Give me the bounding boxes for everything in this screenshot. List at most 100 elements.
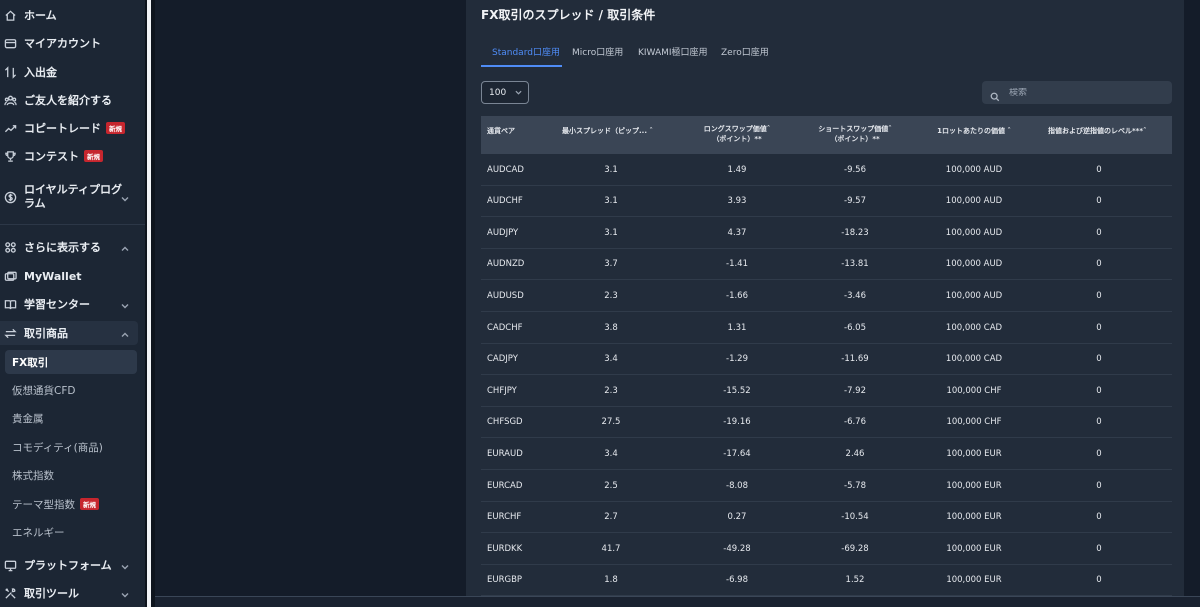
tab-micro[interactable]: Micro口座用 [572,45,623,58]
table-row: CADJPY 3.4 -1.29 -11.69 100,000 CAD 0 [481,344,1172,376]
column-header-pair[interactable]: 通貨ペア [487,126,515,136]
search-box[interactable] [982,81,1172,104]
sidebar-scrollbar[interactable] [145,0,155,607]
cell-pair: AUDJPY [487,227,519,238]
cell-spread: 2.3 [604,385,618,396]
cell-order-level: 0 [1096,385,1102,396]
table-row: CADCHF 3.8 1.31 -6.05 100,000 CAD 0 [481,312,1172,344]
column-header-short-swap[interactable]: ショートスワップ価値ˆ （ポイント）** [795,124,915,144]
cell-pair: EURAUD [487,448,523,459]
column-header-lot-value[interactable]: 1ロットあたりの価値 ˆ [914,126,1034,136]
table-row: EURAUD 3.4 -17.64 2.46 100,000 EUR 0 [481,438,1172,470]
cell-spread: 3.4 [604,354,618,365]
trophy-icon [3,149,17,163]
cell-short-swap: -10.54 [841,512,869,523]
sort-icon: ˆ [1007,127,1011,135]
sidebar-item-home[interactable]: ホーム [0,6,145,24]
new-badge: 新規 [84,150,103,162]
cell-order-level: 0 [1096,417,1102,428]
sidebar-subitem-stock-indices[interactable]: 株式指数 [12,468,54,482]
column-header-long-swap[interactable]: ロングスワップ価値ˆ （ポイント）** [677,124,797,144]
sort-icon: ˆ [888,125,892,133]
cell-long-swap: -15.52 [723,385,751,396]
sidebar-divider [0,224,145,225]
cell-pair: EURCHF [487,512,522,523]
table-row: EURCHF 2.7 0.27 -10.54 100,000 EUR 0 [481,502,1172,534]
sidebar-subitem-commodities[interactable]: コモディティ(商品) [12,440,103,454]
sidebar-subitem-precious-metals[interactable]: 貴金属 [12,411,44,425]
cell-pair: CADCHF [487,322,523,333]
cell-short-swap: -13.81 [841,259,869,270]
cell-pair: EURCAD [487,480,523,491]
cell-pair: CADJPY [487,354,518,365]
table-header: 通貨ペア 最小スプレッド（ピップ... ˆ ロングスワップ価値ˆ （ポイント）*… [481,116,1172,154]
cell-lot-value: 100,000 AUD [945,290,1003,301]
cell-short-swap: -69.28 [841,543,869,554]
tools-icon [3,586,17,600]
cell-pair: AUDCHF [487,196,523,207]
sidebar-subitem-crypto-cfd[interactable]: 仮想通貨CFD [12,383,75,397]
table-row: CHFSGD 27.5 -19.16 -6.76 100,000 CHF 0 [481,407,1172,439]
sidebar-item-my-account[interactable]: マイアカウント [0,34,145,52]
sidebar-item-label: ロイヤルティプログ [24,183,123,196]
sidebar-item-label: MyWallet [24,269,82,283]
home-icon [3,8,17,22]
tab-standard[interactable]: Standard口座用 [492,45,560,58]
cell-spread: 2.3 [604,290,618,301]
sidebar-subitem-thematic-indices[interactable]: テーマ型指数 新規 [12,497,99,511]
cell-spread: 27.5 [601,417,621,428]
chevron-up-icon [121,243,129,251]
cell-lot-value: 100,000 AUD [945,227,1003,238]
cell-long-swap: -8.08 [726,480,748,491]
column-header-spread[interactable]: 最小スプレッド（ピップ... ˆ [562,126,653,136]
sidebar-item-mywallet[interactable]: MyWallet [0,267,145,285]
sidebar-subitem-energy[interactable]: エネルギー [12,525,65,539]
cell-short-swap: -18.23 [841,227,869,238]
active-tab-indicator [481,65,562,67]
new-badge: 新規 [80,498,99,510]
grid-icon [3,240,17,254]
sidebar-item-loyalty-program[interactable]: ロイヤルティプログ ラム [0,181,145,213]
table-row: EURDKK 41.7 -49.28 -69.28 100,000 EUR 0 [481,533,1172,565]
cell-short-swap: -9.57 [844,196,866,207]
transfer-arrows-icon [3,65,17,79]
search-input[interactable] [1009,87,1159,98]
scrollbar-thumb[interactable] [147,0,151,607]
column-header-order-level[interactable]: 指値および逆指値のレベル***ˆ [1048,126,1146,136]
tab-zero[interactable]: Zero口座用 [721,45,769,58]
cell-lot-value: 100,000 CAD [945,354,1003,365]
cell-order-level: 0 [1096,290,1102,301]
table-row: AUDCHF 3.1 3.93 -9.57 100,000 AUD 0 [481,186,1172,218]
chevron-down-icon [121,589,129,598]
sidebar-item-refer-friend[interactable]: ご友人を紹介する [0,91,145,109]
tab-kiwami[interactable]: KIWAMI極口座用 [638,45,708,58]
sidebar-item-trading-tools[interactable]: 取引ツール [0,584,145,602]
sidebar-item-trading-products[interactable]: 取引商品 [0,324,145,342]
cell-order-level: 0 [1096,227,1102,238]
cell-lot-value: 100,000 EUR [946,512,1002,523]
sidebar-item-copy-trade[interactable]: コピートレード 新規 [0,119,145,137]
cell-order-level: 0 [1096,543,1102,554]
trend-up-icon [3,121,17,135]
sidebar-item-platforms[interactable]: プラットフォーム [0,556,145,574]
new-badge: 新規 [106,122,125,134]
cell-long-swap: -17.64 [723,448,751,459]
table-row: EURCAD 2.5 -8.08 -5.78 100,000 EUR 0 [481,470,1172,502]
cell-order-level: 0 [1096,448,1102,459]
cell-spread: 3.1 [604,196,618,207]
sidebar-item-learning-center[interactable]: 学習センター [0,295,145,313]
sidebar-item-deposit[interactable]: 入出金 [0,63,145,81]
page-size-select[interactable]: 100 [481,81,529,104]
cell-spread: 1.8 [604,575,618,586]
cell-pair: AUDUSD [487,290,524,301]
sidebar-subitem-fx[interactable]: FX取引 [12,355,48,369]
cell-long-swap: 1.49 [727,164,747,175]
sidebar-item-contest[interactable]: コンテスト 新規 [0,147,145,165]
cell-long-swap: 4.37 [727,227,747,238]
cell-spread: 2.5 [604,480,618,491]
cell-short-swap: -7.92 [844,385,866,396]
sidebar-item-label: 入出金 [24,66,57,79]
sidebar-item-show-more[interactable]: さらに表示する [0,238,145,256]
cell-long-swap: -19.16 [723,417,751,428]
cell-long-swap: 3.93 [727,196,747,207]
